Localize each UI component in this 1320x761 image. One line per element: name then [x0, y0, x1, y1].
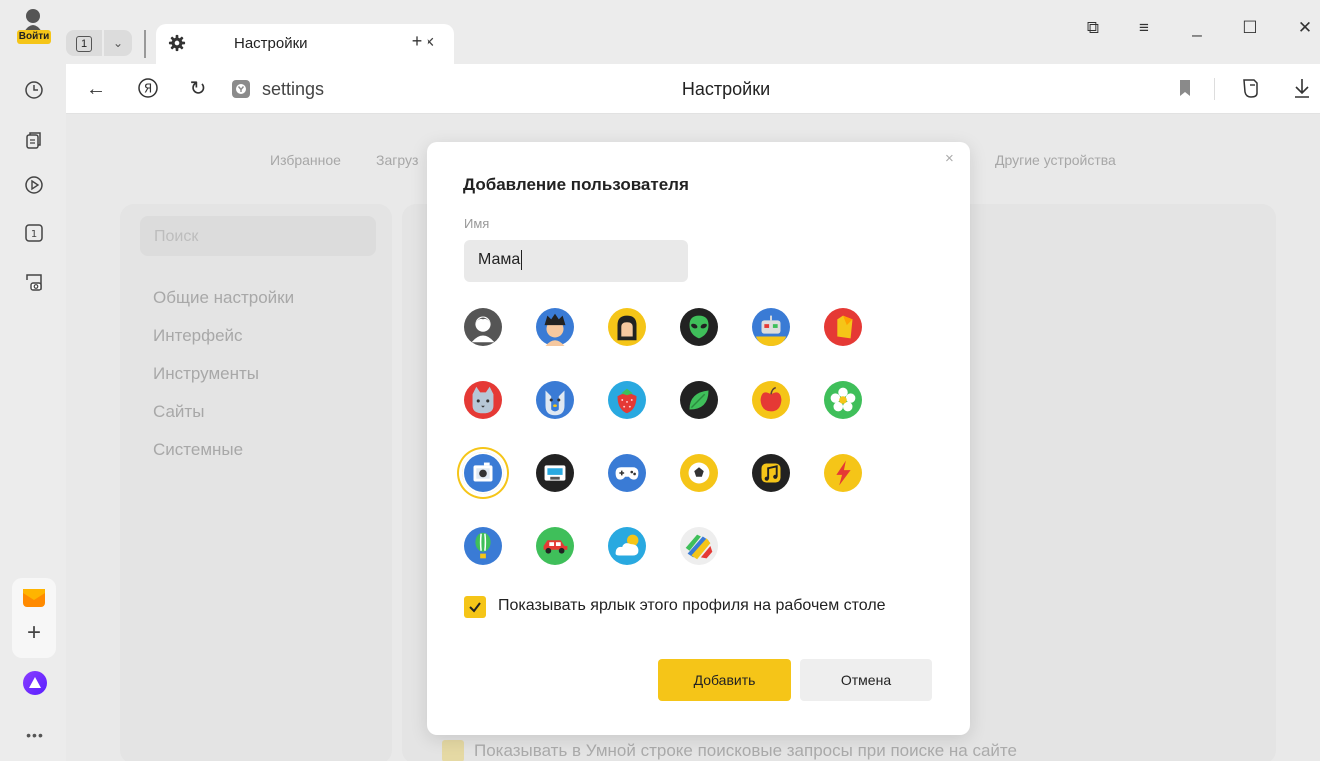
- close-window-icon[interactable]: ✕: [1292, 18, 1318, 38]
- avatar-lightning-icon[interactable]: [822, 452, 864, 494]
- menu-system[interactable]: Системные: [153, 440, 243, 460]
- name-input[interactable]: Мама: [464, 240, 688, 282]
- avatar-soccer-icon[interactable]: [678, 452, 720, 494]
- avatar-tape-icon[interactable]: [534, 452, 576, 494]
- avatar-boy-icon[interactable]: [534, 306, 576, 348]
- sidebar-apps-panel: +: [12, 578, 56, 658]
- bookmark-icon[interactable]: [1178, 79, 1194, 99]
- menu-general[interactable]: Общие настройки: [153, 288, 294, 308]
- tab-count-badge[interactable]: 1: [66, 30, 102, 56]
- chevron-down-icon[interactable]: ⌄: [104, 30, 132, 56]
- more-apps-button[interactable]: •••: [22, 727, 48, 747]
- avatar-balloon-icon[interactable]: [462, 525, 504, 567]
- tab-count: 1: [76, 36, 92, 52]
- nav-favorites[interactable]: Избранное: [270, 152, 341, 168]
- avatar-blue-dog-icon[interactable]: [534, 379, 576, 421]
- user-icon: [24, 9, 42, 32]
- screenshot-icon[interactable]: [22, 270, 46, 294]
- play-icon[interactable]: [22, 173, 46, 197]
- svg-text:1: 1: [31, 229, 37, 240]
- yandex-icon[interactable]: Я: [136, 77, 160, 101]
- tab-counter[interactable]: 1 ⌄: [66, 30, 136, 58]
- avatar-cat-ear-icon[interactable]: [822, 306, 864, 348]
- nav-other-devices[interactable]: Другие устройства: [995, 152, 1116, 168]
- avatar-paint-icon[interactable]: [678, 525, 720, 567]
- avatar-leaf-icon[interactable]: [678, 379, 720, 421]
- avatar-robot-icon[interactable]: [750, 306, 792, 348]
- tab-title: Настройки: [234, 35, 308, 52]
- menu-interface[interactable]: Интерфейс: [153, 326, 243, 346]
- avatar-apple-icon[interactable]: [750, 379, 792, 421]
- tab-counter-icon[interactable]: 1: [22, 221, 46, 245]
- minimize-icon[interactable]: _: [1184, 18, 1210, 38]
- address-bar: ← Я ↻ settings Настройки: [66, 64, 1320, 114]
- new-tab-button[interactable]: +: [406, 31, 428, 53]
- avatar-car-icon[interactable]: [534, 525, 576, 567]
- gear-icon: [168, 34, 186, 52]
- nav-downloads[interactable]: Загруз: [376, 152, 418, 168]
- url-text[interactable]: settings: [262, 79, 324, 100]
- alice-icon[interactable]: [23, 671, 47, 695]
- add-app-button[interactable]: +: [22, 621, 46, 646]
- menu-sites[interactable]: Сайты: [153, 402, 204, 422]
- smart-search-label: Показывать в Умной строке поисковые запр…: [474, 741, 1017, 760]
- avatar-cloud-icon[interactable]: [606, 525, 648, 567]
- yandex-letter: Я: [144, 82, 152, 96]
- avatar-strawberry-icon[interactable]: [606, 379, 648, 421]
- download-icon[interactable]: [1292, 76, 1314, 102]
- browser-sidebar: Войти 1 + •••: [0, 0, 66, 761]
- name-label: Имя: [464, 216, 490, 231]
- dialog-close-icon[interactable]: ×: [945, 150, 954, 167]
- checkmark-icon: [469, 602, 481, 613]
- collections-icon[interactable]: [22, 128, 46, 152]
- smart-search-checkbox[interactable]: [442, 740, 464, 761]
- avatar-gamepad-icon[interactable]: [606, 452, 648, 494]
- maximize-icon[interactable]: ☐: [1237, 18, 1263, 38]
- shortcut-label[interactable]: Показывать ярлык этого профиля на рабоче…: [498, 597, 886, 615]
- settings-search-input[interactable]: Поиск: [140, 216, 376, 256]
- back-icon[interactable]: ←: [84, 77, 108, 101]
- toolbar-divider: [1214, 78, 1215, 100]
- history-icon[interactable]: [22, 78, 46, 102]
- avatar-alien-icon[interactable]: [678, 306, 720, 348]
- reload-icon[interactable]: ↻: [186, 77, 210, 101]
- add-user-button[interactable]: Добавить: [658, 659, 791, 701]
- avatar-person-icon[interactable]: [462, 306, 504, 348]
- login-button[interactable]: Войти: [14, 8, 54, 60]
- avatar-red-cat-icon[interactable]: [462, 379, 504, 421]
- protect-icon[interactable]: [1240, 77, 1262, 101]
- add-user-dialog: × Добавление пользователя Имя Мама Показ…: [427, 142, 970, 735]
- avatar-music-icon[interactable]: [750, 452, 792, 494]
- cancel-button[interactable]: Отмена: [800, 659, 932, 701]
- tab-separator: [144, 30, 146, 58]
- menu-tools[interactable]: Инструменты: [153, 364, 259, 384]
- dialog-title: Добавление пользователя: [463, 175, 689, 194]
- mail-icon[interactable]: [22, 586, 46, 610]
- avatar-camera-icon[interactable]: [462, 452, 504, 494]
- site-settings-icon[interactable]: [232, 80, 250, 98]
- page-title: Настройки: [681, 79, 771, 99]
- login-badge: Войти: [17, 30, 51, 44]
- menu-icon[interactable]: ≡: [1131, 18, 1157, 38]
- collections-window-icon[interactable]: ⧉: [1080, 18, 1106, 38]
- shortcut-checkbox[interactable]: [464, 596, 486, 618]
- avatar-flower-icon[interactable]: [822, 379, 864, 421]
- settings-sidebar: Поиск Общие настройки Интерфейс Инструме…: [120, 204, 392, 761]
- avatar-girl-icon[interactable]: [606, 306, 648, 348]
- name-value: Мама: [478, 251, 521, 269]
- tab-strip: 1 ⌄ Настройки × + ⧉ ≡ _ ☐ ✕: [66, 0, 1320, 64]
